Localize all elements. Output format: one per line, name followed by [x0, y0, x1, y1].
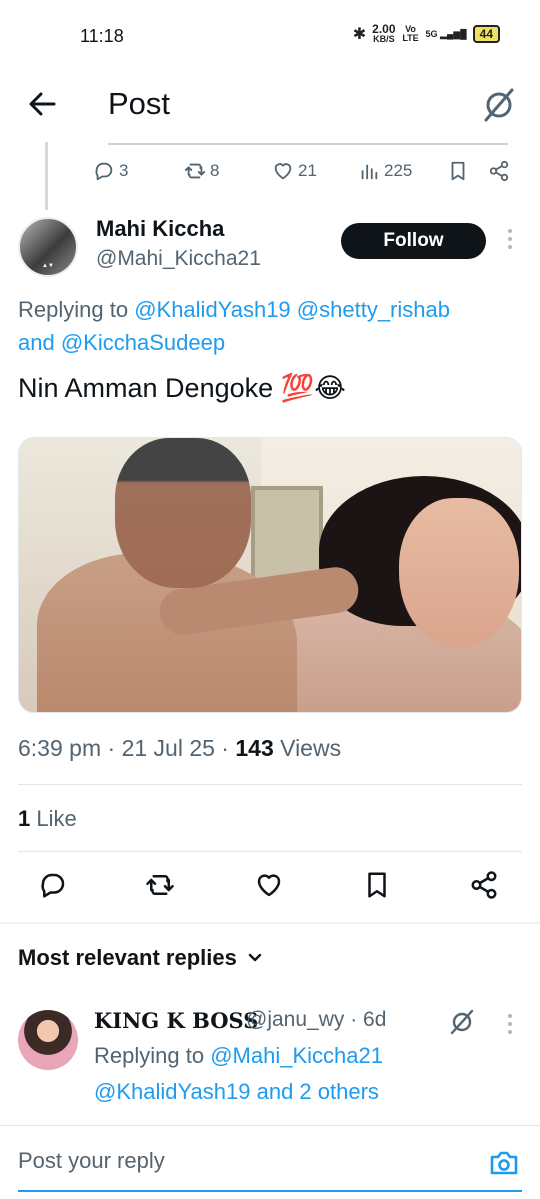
likes-summary[interactable]: 1 Like [18, 806, 77, 832]
parent-bookmark-button[interactable] [447, 160, 469, 182]
repost-icon [146, 875, 174, 895]
signal-icon: 5G ▂▄▆█ [425, 28, 467, 39]
and-word: and [18, 330, 55, 355]
app-header: Post [0, 70, 540, 140]
tweet-time: 6:39 pm [18, 735, 102, 761]
avatar-caption: ▲▼ [42, 263, 54, 269]
parent-reply-button[interactable]: 3 [93, 160, 128, 182]
parent-views-button[interactable]: 225 [358, 160, 412, 182]
views-count: 143 [235, 735, 274, 761]
bluetooth-icon: ✱ [352, 26, 367, 43]
status-bar: 11:18 ✱ 2.00 KB/S Vo LTE 5G ▂▄▆█ 44 [0, 0, 540, 70]
and-others-link[interactable]: and 2 others [250, 1079, 379, 1104]
bookmark-button[interactable] [362, 870, 398, 906]
author-avatar[interactable]: ▲▼ [18, 217, 78, 277]
divider [18, 851, 522, 852]
reply-display-name[interactable]: KING K BOSS [94, 1008, 258, 1033]
back-button[interactable] [24, 86, 60, 122]
replying-to-line: Replying to @KhalidYash19 @shetty_rishab… [18, 293, 528, 359]
repost-button[interactable] [145, 870, 181, 906]
mention-link[interactable]: @Mahi_Kiccha21 [210, 1043, 383, 1068]
parent-repost-count: 8 [210, 161, 220, 180]
reply-handle-time: @janu_wy · 6d [246, 1008, 387, 1031]
reply-composer [0, 1125, 540, 1199]
parent-tweet-actions: 3 8 21 225 [0, 142, 540, 202]
views-icon [361, 164, 378, 180]
more-options-icon[interactable] [503, 229, 517, 257]
network-type: 5G [425, 28, 438, 39]
bookmark-icon [368, 872, 386, 898]
mention-link[interactable]: @KhalidYash19 [134, 297, 290, 322]
arrow-left-icon [29, 92, 56, 116]
volte-indicator: Vo LTE [402, 24, 419, 43]
net-speed: 2.00 KB/S [372, 23, 395, 44]
repost-icon [184, 163, 206, 179]
reply-input[interactable] [18, 1148, 458, 1174]
reply-replying-to: Replying to @Mahi_Kiccha21 @KhalidYash19 … [94, 1038, 514, 1110]
bookmark-icon [451, 161, 465, 181]
reply-grok-button[interactable] [448, 1008, 476, 1036]
tweet-action-bar [0, 860, 540, 916]
section-divider [0, 922, 540, 924]
grok-icon [484, 88, 514, 122]
author-display-name[interactable]: Mahi Kiccha [96, 216, 224, 242]
replies-heading-label: Most relevant replies [18, 945, 237, 970]
tweet-date: 21 Jul 25 [121, 735, 215, 761]
heart-icon [274, 163, 292, 180]
like-button[interactable] [254, 870, 290, 906]
heart-icon [257, 874, 281, 897]
reply-avatar[interactable] [18, 1010, 78, 1070]
parent-share-button[interactable] [488, 160, 510, 182]
author-handle[interactable]: @Mahi_Kiccha21 [96, 247, 261, 271]
mention-link[interactable]: @shetty_rishab [297, 297, 450, 322]
follow-button[interactable]: Follow [341, 223, 486, 259]
net-speed-unit: KB/S [373, 33, 395, 44]
parent-like-count: 21 [298, 161, 317, 180]
media-face [399, 498, 519, 648]
status-time: 11:18 [80, 26, 124, 46]
battery-indicator: 44 [472, 25, 500, 43]
media-face [115, 438, 251, 588]
parent-repost-button[interactable]: 8 [184, 160, 219, 182]
parent-views-count: 225 [384, 161, 413, 180]
tweet-metadata: 6:39 pm · 21 Jul 25 · 143 Views [18, 735, 342, 761]
mention-link[interactable]: @KicchaSudeep [61, 330, 225, 355]
camera-icon [490, 1151, 518, 1175]
parent-like-button[interactable]: 21 [272, 160, 317, 182]
views-label[interactable]: Views [280, 735, 341, 761]
camera-button[interactable] [487, 1146, 521, 1180]
tweet-text: Nin Amman Dengoke 💯😂 [18, 373, 346, 403]
parent-reply-count: 3 [119, 161, 129, 180]
likes-label: Like [36, 806, 77, 831]
replies-sort-dropdown[interactable]: Most relevant replies [18, 945, 263, 971]
divider [18, 784, 522, 785]
likes-count: 1 [18, 806, 31, 831]
reply-item[interactable]: KING K BOSS @janu_wy · 6d Replying to @M… [0, 1000, 540, 1130]
mention-link[interactable]: @KhalidYash19 [94, 1079, 250, 1104]
composer-underline [18, 1190, 522, 1192]
chevron-down-icon [248, 953, 262, 962]
tweet-media-image[interactable] [18, 437, 522, 713]
page-title: Post [108, 86, 171, 121]
share-icon [471, 871, 497, 899]
grok-button[interactable] [480, 86, 518, 124]
replying-prefix: Replying to [94, 1043, 211, 1068]
share-button[interactable] [469, 870, 505, 906]
reply-icon [95, 162, 113, 181]
replying-prefix: Replying to [18, 297, 135, 322]
reply-icon [41, 873, 65, 898]
status-icons: ✱ 2.00 KB/S Vo LTE 5G ▂▄▆█ 44 [352, 23, 500, 44]
grok-icon [450, 1009, 474, 1035]
share-icon [489, 160, 509, 182]
reply-button[interactable] [38, 870, 74, 906]
